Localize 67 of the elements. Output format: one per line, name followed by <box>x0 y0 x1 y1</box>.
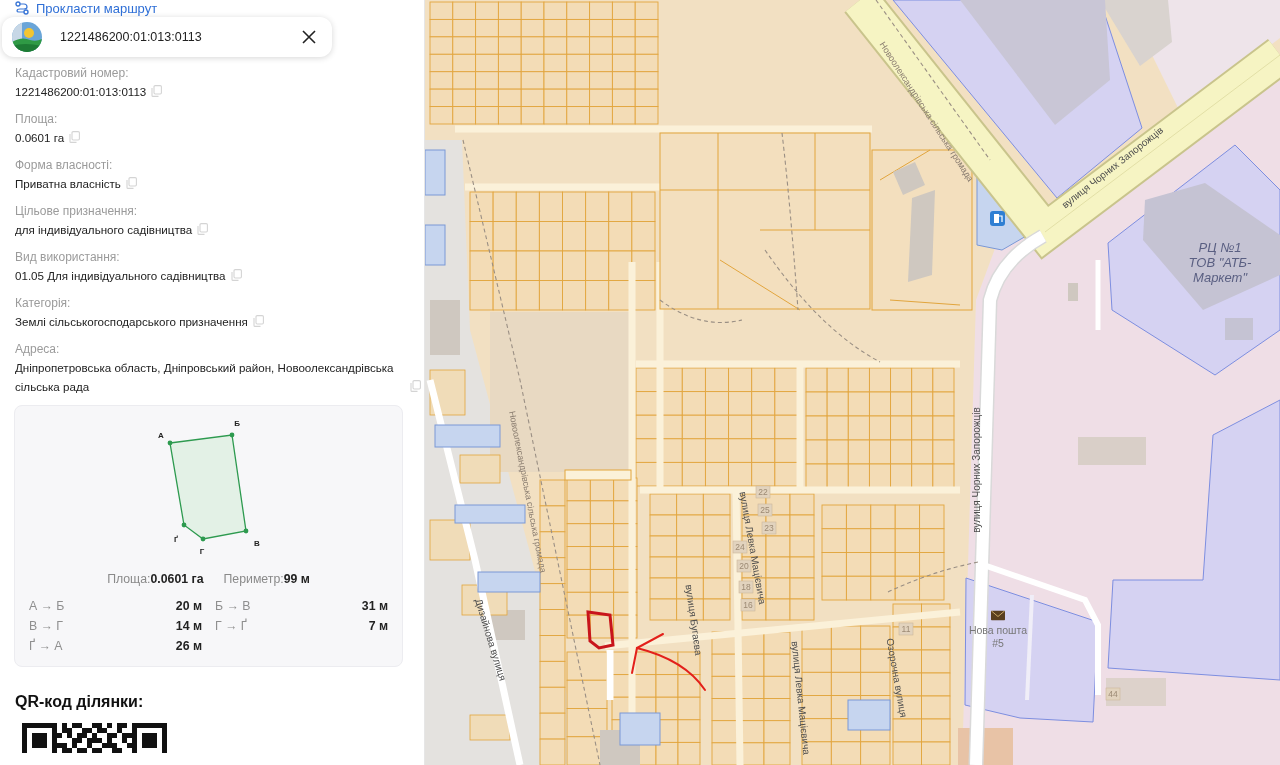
field-value: Дніпропетровська область, Дніпровський район, Новоолександрівська сільська рада <box>15 360 395 395</box>
segment-length: 31 м <box>361 598 388 614</box>
post-office-label: Нова пошта #5 <box>967 623 1029 650</box>
field-value: 01.05 Для індивідуального садівництва <box>15 268 226 284</box>
field-value: 0.0601 га <box>15 130 65 146</box>
field-value: Землі сільськогосподарського призначення <box>15 314 248 330</box>
vertex-dot <box>243 528 248 534</box>
vertex-label: Г <box>199 547 204 556</box>
street-label: вулиця Чорних Запорожців <box>970 407 982 533</box>
header-title: 1221486200:01:013:0113 <box>60 30 202 44</box>
field-label: Кадастровий номер: <box>15 65 129 82</box>
segment-label: Ґ → А <box>29 638 63 654</box>
segment-length: 26 м <box>175 638 202 654</box>
field-label: Вид використання: <box>15 249 120 266</box>
landscape-logo-icon <box>12 22 42 52</box>
route-icon <box>15 1 29 15</box>
segment-label: А → Б <box>29 598 65 614</box>
vertex-dot <box>200 536 205 542</box>
route-link[interactable]: Прокласти маршрут <box>0 0 158 16</box>
segment-label: Г → Ґ <box>215 618 247 634</box>
vertex-dot <box>229 432 234 438</box>
field-label: Цільове призначення: <box>15 203 138 220</box>
house-number: 23 <box>764 522 774 533</box>
field-label: Категорія: <box>15 295 71 312</box>
company-label: РЦ №1 ТОВ "АТБ-Маркет" <box>1187 239 1253 285</box>
house-number: 20 <box>739 560 749 571</box>
street-label: вулиця Бугаєва <box>683 583 705 656</box>
field-value: Приватна власність <box>15 176 121 192</box>
field-value: для індивідуального садівництва <box>15 222 193 238</box>
selected-parcel-outline <box>586 610 615 650</box>
qr-heading: QR-код ділянки: <box>15 693 144 711</box>
summary-label: Периметр: <box>223 572 284 586</box>
field-label: Площа: <box>15 111 58 128</box>
house-number: 22 <box>758 486 768 497</box>
segment-length: 7 м <box>368 618 388 634</box>
copy-icon[interactable] <box>125 177 137 189</box>
street-label: вулиця Левка Мацієвича <box>789 640 813 756</box>
fuel-pump-icon <box>990 211 1005 226</box>
house-number: 24 <box>735 541 745 552</box>
summary-value: 0.0601 га <box>150 572 204 586</box>
vertex-label: А <box>157 431 164 440</box>
house-number: 25 <box>760 504 770 515</box>
segment-label: Б → В <box>215 598 251 614</box>
vertex-label: Ґ <box>173 535 178 544</box>
vertex-label: Б <box>233 419 240 428</box>
vertex-dot <box>181 522 186 528</box>
envelope-icon <box>991 610 1005 621</box>
copy-icon[interactable] <box>410 380 421 392</box>
summary-value: 99 м <box>283 572 310 586</box>
segment-length: 14 м <box>175 618 202 634</box>
copy-icon[interactable] <box>151 85 163 97</box>
street-label: Озорочна вулиця <box>884 637 910 719</box>
summary-label: Площа: <box>107 572 151 586</box>
copy-icon[interactable] <box>230 269 242 281</box>
field-label: Форма власності: <box>15 157 113 174</box>
vertex-label: В <box>253 539 260 548</box>
copy-icon[interactable] <box>69 131 81 143</box>
vertex-dot <box>167 440 172 446</box>
close-icon <box>302 30 316 44</box>
copy-icon[interactable] <box>252 315 264 327</box>
field-value: 1221486200:01:013:0113 <box>15 84 147 100</box>
field-label: Адреса: <box>15 341 60 358</box>
segment-length: 20 м <box>175 598 202 614</box>
segment-label: В → Г <box>29 618 63 634</box>
copy-icon[interactable] <box>197 223 209 235</box>
house-number: 44 <box>1108 688 1118 699</box>
house-number: 11 <box>901 623 911 634</box>
